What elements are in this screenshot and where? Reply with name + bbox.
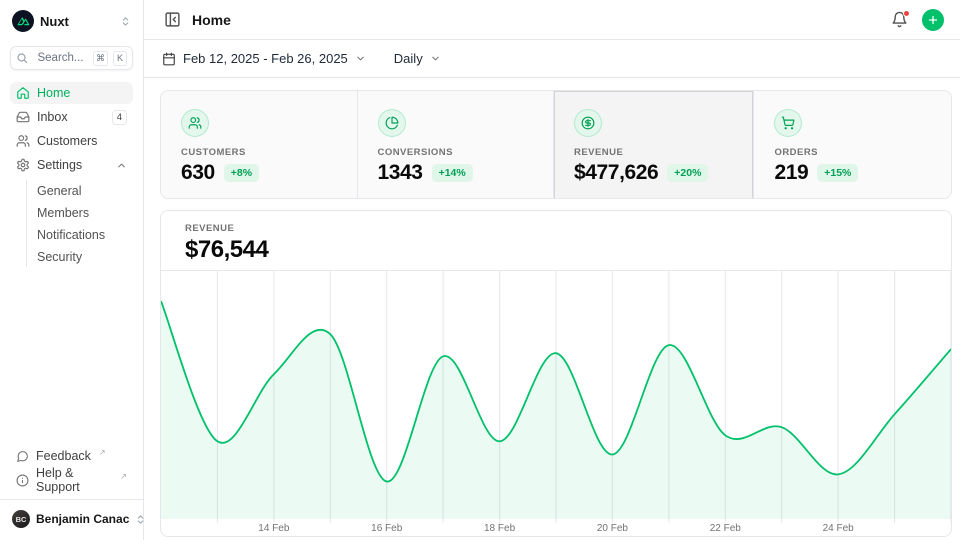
main-area: Home Feb 12, 2025 - Feb 26, 2025 Daily (144, 0, 960, 540)
chart-header: REVENUE $76,544 (161, 211, 951, 271)
x-axis-label: 14 Feb (258, 523, 289, 534)
workspace-switcher[interactable]: Nuxt (10, 9, 133, 33)
stat-value: 219 (774, 161, 808, 185)
users-icon (16, 134, 30, 148)
sidebar: Nuxt Search... ⌘ K Home Inbox 4 (0, 0, 144, 540)
notifications-button[interactable] (889, 9, 910, 30)
date-range-value: Feb 12, 2025 - Feb 26, 2025 (183, 51, 348, 66)
sidebar-item-help-support[interactable]: Help & Support ↗ (10, 469, 133, 491)
sidebar-item-label: Customers (37, 134, 127, 148)
chevron-down-icon (355, 53, 366, 64)
sidebar-item-security[interactable]: Security (37, 246, 133, 267)
user-name: Benjamin Canac (36, 512, 129, 526)
revenue-area-chart[interactable] (161, 271, 951, 523)
stat-card-orders[interactable]: ORDERS 219 +15% (754, 91, 951, 199)
search-icon (16, 52, 28, 64)
granularity-select[interactable]: Daily (394, 51, 441, 66)
revenue-chart-card: REVENUE $76,544 14 Feb 16 Feb 18 Feb 20 Feb… (160, 210, 952, 537)
x-axis-label: 20 Feb (597, 523, 628, 534)
x-axis: 14 Feb 16 Feb 18 Feb 20 Feb 22 Feb 24 Feb (161, 523, 951, 537)
cart-icon (774, 109, 802, 137)
chevrons-up-down-icon (120, 16, 131, 27)
kbd-k: K (113, 51, 127, 66)
sidebar-item-general[interactable]: General (37, 180, 133, 201)
pie-chart-icon (378, 109, 406, 137)
sidebar-item-label: Help & Support (36, 466, 112, 494)
calendar-icon (162, 52, 176, 66)
message-circle-icon (16, 450, 29, 463)
stat-label: CUSTOMERS (181, 147, 337, 158)
nuxt-logo-icon (12, 10, 34, 32)
chart-title: REVENUE (185, 223, 927, 234)
sidebar-item-label: Inbox (37, 110, 105, 124)
sidebar-item-settings[interactable]: Settings (10, 154, 133, 176)
delta-badge: +14% (432, 164, 473, 182)
search-input[interactable]: Search... ⌘ K (10, 46, 133, 70)
sidebar-item-members[interactable]: Members (37, 202, 133, 223)
sidebar-divider (0, 499, 143, 500)
stat-label: CONVERSIONS (378, 147, 534, 158)
filters-toolbar: Feb 12, 2025 - Feb 26, 2025 Daily (144, 40, 960, 78)
add-button[interactable] (922, 9, 944, 31)
chevron-up-icon (116, 160, 127, 171)
stat-card-revenue[interactable]: REVENUE $477,626 +20% (554, 91, 754, 199)
sidebar-item-home[interactable]: Home (10, 82, 133, 104)
sidebar-footer-links: Feedback ↗ Help & Support ↗ (10, 445, 133, 491)
sidebar-item-customers[interactable]: Customers (10, 130, 133, 152)
search-placeholder: Search... (33, 52, 88, 64)
external-link-icon: ↗ (99, 448, 106, 457)
sidebar-item-feedback[interactable]: Feedback ↗ (10, 445, 133, 467)
avatar: BC (12, 510, 30, 528)
users-icon (181, 109, 209, 137)
gear-icon (16, 158, 30, 172)
chart-current-value: $76,544 (185, 236, 927, 264)
inbox-count-badge: 4 (112, 110, 127, 125)
stat-label: REVENUE (574, 147, 733, 158)
settings-sub-list: General Members Notifications Security (26, 180, 133, 267)
stat-label: ORDERS (774, 147, 931, 158)
x-axis-label: 16 Feb (371, 523, 402, 534)
sidebar-item-label: Home (37, 86, 127, 100)
top-bar: Home (144, 0, 960, 40)
dollar-circle-icon (574, 109, 602, 137)
stat-card-conversions[interactable]: CONVERSIONS 1343 +14% (358, 91, 555, 199)
delta-badge: +20% (667, 164, 708, 182)
stat-value: 630 (181, 161, 215, 185)
x-axis-label: 22 Feb (710, 523, 741, 534)
inbox-icon (16, 110, 30, 124)
x-axis-label: 24 Feb (823, 523, 854, 534)
sidebar-item-notifications[interactable]: Notifications (37, 224, 133, 245)
info-circle-icon (16, 474, 29, 487)
granularity-value: Daily (394, 51, 423, 66)
workspace-name: Nuxt (40, 14, 114, 29)
date-range-picker[interactable]: Feb 12, 2025 - Feb 26, 2025 (162, 51, 366, 66)
user-menu[interactable]: BC Benjamin Canac (10, 506, 133, 532)
home-icon (16, 86, 30, 100)
stats-row: CUSTOMERS 630 +8% CONVERSIONS 1343 +14% … (160, 90, 952, 199)
chart-svg (161, 271, 951, 523)
stat-value: 1343 (378, 161, 423, 185)
notification-dot (903, 10, 910, 17)
sidebar-nav: Home Inbox 4 Customers Settings Genera (10, 82, 133, 267)
sidebar-item-label: Settings (37, 158, 109, 172)
sidebar-item-inbox[interactable]: Inbox 4 (10, 106, 133, 128)
page-title: Home (192, 12, 889, 28)
sidebar-spacer (10, 267, 133, 433)
delta-badge: +15% (817, 164, 858, 182)
stat-value: $477,626 (574, 161, 658, 185)
sidebar-item-label: Feedback (36, 449, 91, 463)
chevron-down-icon (430, 53, 441, 64)
x-axis-label: 18 Feb (484, 523, 515, 534)
collapse-sidebar-button[interactable] (162, 9, 183, 30)
stat-card-customers[interactable]: CUSTOMERS 630 +8% (161, 91, 358, 199)
kbd-meta: ⌘ (93, 51, 108, 66)
delta-badge: +8% (224, 164, 259, 182)
external-link-icon: ↗ (120, 472, 127, 481)
